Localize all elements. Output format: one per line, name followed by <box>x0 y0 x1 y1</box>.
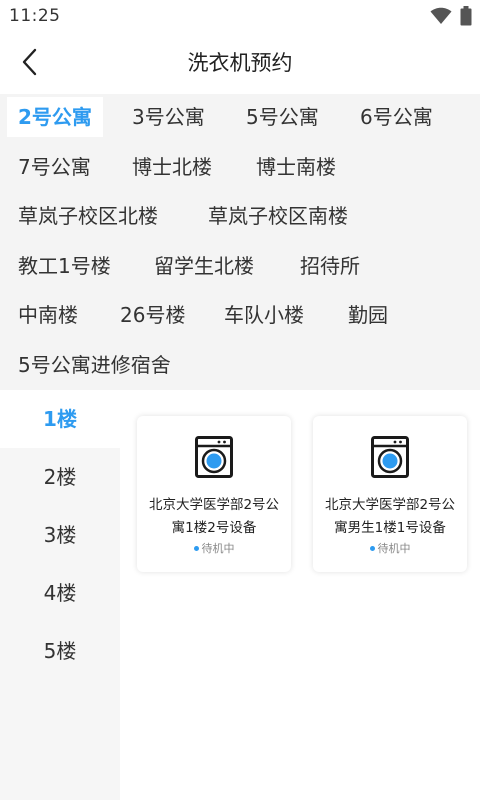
building-chip[interactable]: 勤园 <box>337 295 399 335</box>
building-chip[interactable]: 26号楼 <box>109 295 196 335</box>
device-status-text: 待机中 <box>377 542 411 555</box>
app-header: 洗衣机预约 <box>0 34 480 94</box>
building-chip[interactable]: 招待所 <box>289 246 371 286</box>
building-chip[interactable]: 3号公寓 <box>121 97 216 137</box>
device-status-text: 待机中 <box>201 542 235 555</box>
building-chip[interactable]: 2号公寓 <box>7 97 103 137</box>
floor-item-2[interactable]: 2楼 <box>0 448 120 506</box>
wifi-icon <box>430 7 452 29</box>
page-title: 洗衣机预约 <box>187 51 293 75</box>
status-dot <box>369 545 375 551</box>
washing-machine-icon <box>371 436 409 482</box>
floor-item-3[interactable]: 3楼 <box>0 506 120 564</box>
status-dot <box>193 545 199 551</box>
battery-icon <box>460 6 472 30</box>
device-card[interactable]: 北京大学医学部2号公寓1楼2号设备 待机中 <box>137 416 291 572</box>
device-status: 待机中 <box>313 540 467 556</box>
building-selector: 2号公寓 3号公寓 5号公寓 6号公寓 7号公寓 博士北楼 博士南楼 草岚子校区… <box>0 94 480 390</box>
building-chip[interactable]: 5号公寓进修宿舍 <box>7 345 182 385</box>
building-chip[interactable]: 5号公寓 <box>235 97 330 137</box>
washing-machine-icon <box>195 436 233 482</box>
building-chip[interactable]: 草岚子校区北楼 <box>7 196 169 236</box>
device-name: 北京大学医学部2号公寓男生1楼1号设备 <box>324 497 456 536</box>
floor-item-5[interactable]: 5楼 <box>0 622 120 680</box>
floor-item-4[interactable]: 4楼 <box>0 564 120 622</box>
building-chip[interactable]: 博士南楼 <box>245 147 347 187</box>
status-icons <box>430 6 472 30</box>
device-card[interactable]: 北京大学医学部2号公寓男生1楼1号设备 待机中 <box>313 416 467 572</box>
building-chip[interactable]: 博士北楼 <box>121 147 223 187</box>
building-chip[interactable]: 教工1号楼 <box>7 246 122 286</box>
device-grid: 北京大学医学部2号公寓1楼2号设备 待机中 北京大学医学部2号公寓男生1楼1号设… <box>120 390 480 800</box>
device-name: 北京大学医学部2号公寓1楼2号设备 <box>148 497 280 536</box>
building-chip[interactable]: 车队小楼 <box>213 295 315 335</box>
building-chip[interactable]: 6号公寓 <box>349 97 444 137</box>
device-status: 待机中 <box>137 540 291 556</box>
floor-list: 1楼 2楼 3楼 4楼 5楼 <box>0 390 120 800</box>
status-bar: 11:25 <box>0 0 480 34</box>
status-time: 11:25 <box>9 6 61 26</box>
floor-item-1[interactable]: 1楼 <box>0 390 120 448</box>
building-chip[interactable]: 草岚子校区南楼 <box>197 196 359 236</box>
building-chip[interactable]: 留学生北楼 <box>143 246 265 286</box>
building-chip[interactable]: 7号公寓 <box>7 147 102 187</box>
building-chip[interactable]: 中南楼 <box>7 295 89 335</box>
